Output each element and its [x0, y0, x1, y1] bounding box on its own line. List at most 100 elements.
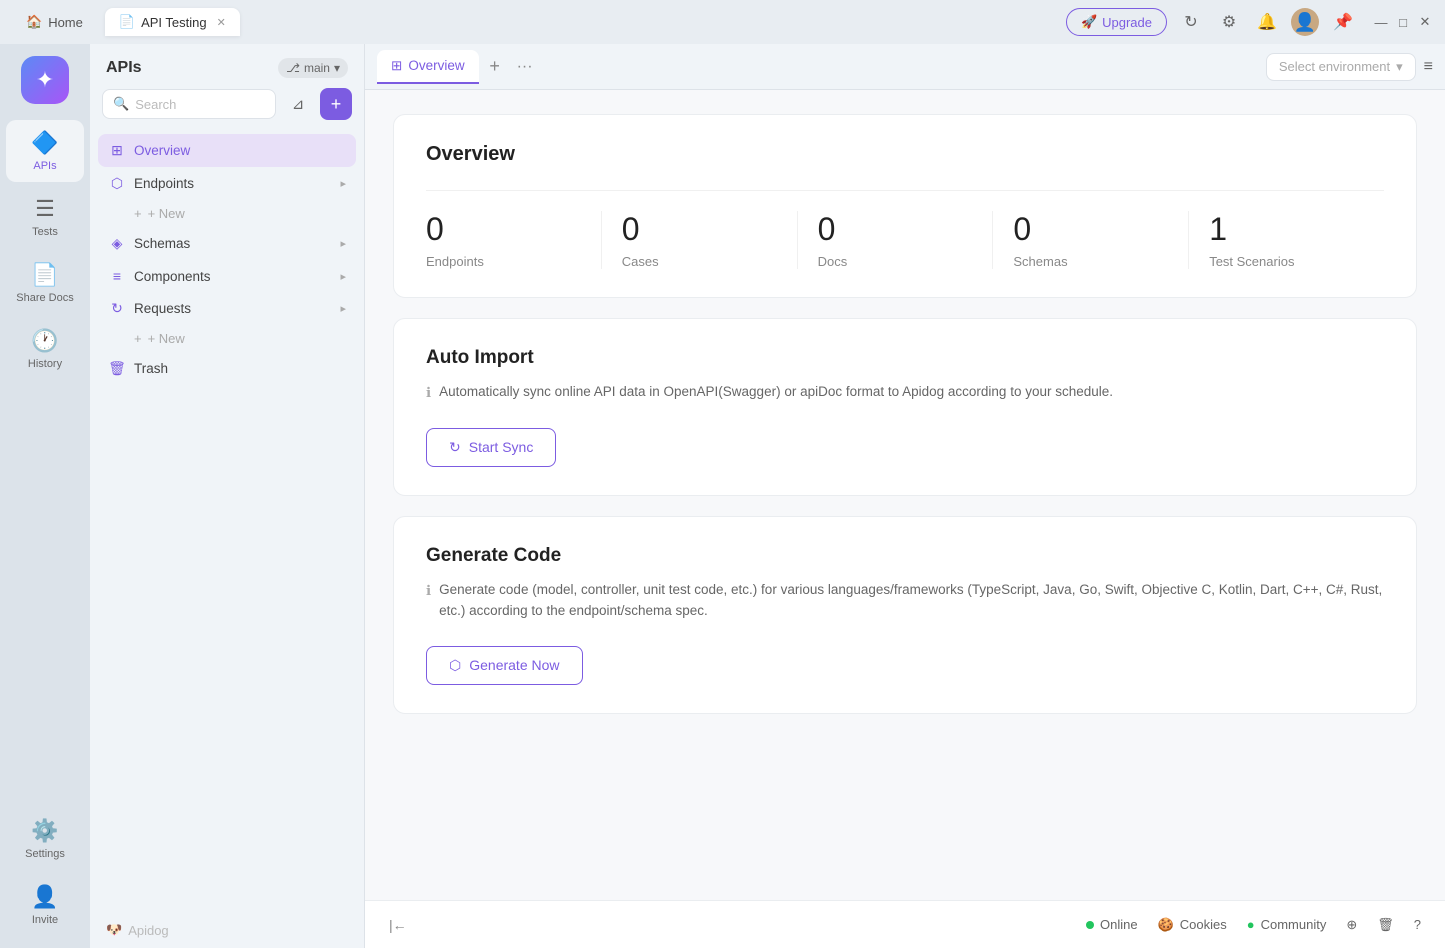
add-button[interactable]: +	[320, 88, 352, 120]
nav-new-request[interactable]: + + New	[98, 325, 356, 352]
info-icon-2: ℹ	[426, 580, 431, 602]
nav-new-endpoint[interactable]: + + New	[98, 200, 356, 227]
stats-row: 0 Endpoints 0 Cases 0 Docs 0 Schemas	[426, 190, 1384, 269]
generate-code-section: Generate Code ℹ Generate code (model, co…	[393, 516, 1417, 714]
notifications-icon[interactable]: 🔔	[1253, 8, 1281, 36]
docs-label: Docs	[818, 254, 973, 269]
add-tab-button[interactable]: +	[481, 53, 509, 81]
community-icon: ●	[1247, 917, 1255, 932]
nav-footer: 🐶 Apidog	[90, 912, 364, 948]
cases-label: Cases	[622, 254, 777, 269]
start-sync-button[interactable]: ↻ Start Sync	[426, 428, 556, 467]
env-placeholder: Select environment	[1279, 59, 1390, 74]
stat-endpoints: 0 Endpoints	[426, 211, 602, 269]
apis-icon: 🔷	[31, 130, 58, 156]
docs-value: 0	[818, 211, 973, 248]
sidebar-item-tests[interactable]: ☰ Tests	[6, 186, 84, 248]
sidebar-item-apis[interactable]: 🔷 APIs	[6, 120, 84, 182]
endpoints-value: 0	[426, 211, 581, 248]
icon-sidebar: ✦ 🔷 APIs ☰ Tests 📄 Share Docs 🕐 History …	[0, 44, 90, 948]
endpoints-expand-icon: ▸	[340, 177, 346, 190]
more-tabs-button[interactable]: ···	[511, 53, 539, 81]
sync-icon: ↻	[449, 439, 461, 456]
tab-api-testing[interactable]: 📄 API Testing ✕	[105, 8, 240, 36]
apidog-logo: 🐶 Apidog	[106, 922, 169, 938]
overview-section: Overview 0 Endpoints 0 Cases 0 Docs	[393, 114, 1417, 298]
online-dot	[1086, 921, 1094, 929]
apidog-logo-icon: 🐶	[106, 922, 122, 938]
home-icon: 🏠	[26, 14, 42, 30]
content-tab-overview[interactable]: ⊞ Overview	[377, 50, 479, 84]
filter-button[interactable]: ⊿	[282, 88, 314, 120]
components-icon: ≡	[108, 268, 126, 284]
nav-title: APIs	[106, 59, 142, 77]
titlebar-actions: 🚀 Upgrade ↻ ⚙ 🔔 👤 📌 — □ ✕	[1066, 8, 1433, 36]
generate-now-label: Generate Now	[469, 657, 559, 673]
refresh-button[interactable]: ↻	[1177, 8, 1205, 36]
overview-title: Overview	[426, 143, 1384, 166]
branch-chevron-icon: ▾	[334, 61, 340, 75]
share-docs-label: Share Docs	[16, 292, 73, 304]
tab-home[interactable]: 🏠 Home	[12, 8, 97, 36]
requests-icon: ↻	[108, 300, 126, 317]
sidebar-item-history[interactable]: 🕐 History	[6, 318, 84, 380]
environment-selector[interactable]: Select environment ▾	[1266, 53, 1416, 81]
footer-trash-button[interactable]: 🗑	[1377, 917, 1394, 933]
nav-item-trash-label: Trash	[134, 361, 168, 376]
pin-icon[interactable]: 📌	[1329, 8, 1357, 36]
settings-icon-btn[interactable]: ⚙	[1215, 8, 1243, 36]
footer-help-button[interactable]: ?	[1414, 917, 1421, 932]
content-menu-icon[interactable]: ≡	[1424, 58, 1433, 76]
cookies-button[interactable]: 🍪 Cookies	[1158, 917, 1227, 933]
nav-item-overview[interactable]: ⊞ Overview	[98, 134, 356, 167]
search-box[interactable]: 🔍 Search	[102, 89, 276, 119]
nav-item-trash[interactable]: 🗑 Trash	[98, 352, 356, 385]
branch-selector[interactable]: ⎇ main ▾	[278, 58, 348, 78]
invite-label: Invite	[32, 914, 58, 926]
tab-close-icon[interactable]: ✕	[217, 16, 226, 29]
content-footer: |← Online 🍪 Cookies ● Community ⊕ 🗑 ?	[365, 900, 1445, 948]
content-tabs: ⊞ Overview + ··· Select environment ▾ ≡	[365, 44, 1445, 90]
new-request-icon: +	[134, 331, 142, 346]
stat-cases: 0 Cases	[602, 211, 798, 269]
env-chevron-icon: ▾	[1396, 59, 1403, 75]
collapse-button[interactable]: |←	[389, 917, 407, 933]
nav-item-requests[interactable]: ↻ Requests ▸	[98, 292, 356, 325]
sidebar-item-invite[interactable]: 👤 Invite	[6, 874, 84, 936]
app-logo[interactable]: ✦	[21, 56, 69, 104]
tab-api-testing-label: API Testing	[141, 15, 207, 30]
share-docs-icon: 📄	[31, 262, 58, 288]
nav-item-overview-label: Overview	[134, 143, 190, 158]
nav-item-components[interactable]: ≡ Components ▸	[98, 260, 356, 292]
sidebar-item-share-docs[interactable]: 📄 Share Docs	[6, 252, 84, 314]
generate-now-button[interactable]: ⬡ Generate Now	[426, 646, 583, 685]
nav-item-schemas[interactable]: ◈ Schemas ▸	[98, 227, 356, 260]
footer-add-button[interactable]: ⊕	[1346, 917, 1357, 933]
nav-item-endpoints-label: Endpoints	[134, 176, 194, 191]
online-status[interactable]: Online	[1086, 917, 1138, 932]
auto-import-description-text: Automatically sync online API data in Op…	[439, 381, 1113, 403]
apis-label: APIs	[33, 160, 56, 172]
trash-icon: 🗑	[108, 360, 126, 377]
community-button[interactable]: ● Community	[1247, 917, 1327, 932]
history-label: History	[28, 358, 62, 370]
upgrade-button[interactable]: 🚀 Upgrade	[1066, 8, 1167, 36]
sidebar-item-settings[interactable]: ⚙️ Settings	[6, 808, 84, 870]
schemas-label: Schemas	[1013, 254, 1168, 269]
nav-item-endpoints[interactable]: ⬡ Endpoints ▸	[98, 167, 356, 200]
main-layout: ✦ 🔷 APIs ☰ Tests 📄 Share Docs 🕐 History …	[0, 44, 1445, 948]
components-expand-icon: ▸	[340, 270, 346, 283]
search-placeholder: Search	[135, 97, 176, 112]
auto-import-title: Auto Import	[426, 347, 1384, 369]
nav-item-requests-label: Requests	[134, 301, 191, 316]
apidog-logo-text: Apidog	[128, 923, 168, 938]
minimize-button[interactable]: —	[1373, 14, 1389, 30]
stat-schemas: 0 Schemas	[993, 211, 1189, 269]
close-button[interactable]: ✕	[1417, 14, 1433, 30]
info-icon-1: ℹ	[426, 382, 431, 404]
page-content: Overview 0 Endpoints 0 Cases 0 Docs	[365, 90, 1445, 900]
test-scenarios-label: Test Scenarios	[1209, 254, 1364, 269]
avatar[interactable]: 👤	[1291, 8, 1319, 36]
maximize-button[interactable]: □	[1395, 14, 1411, 30]
nav-header: APIs ⎇ main ▾	[90, 44, 364, 88]
